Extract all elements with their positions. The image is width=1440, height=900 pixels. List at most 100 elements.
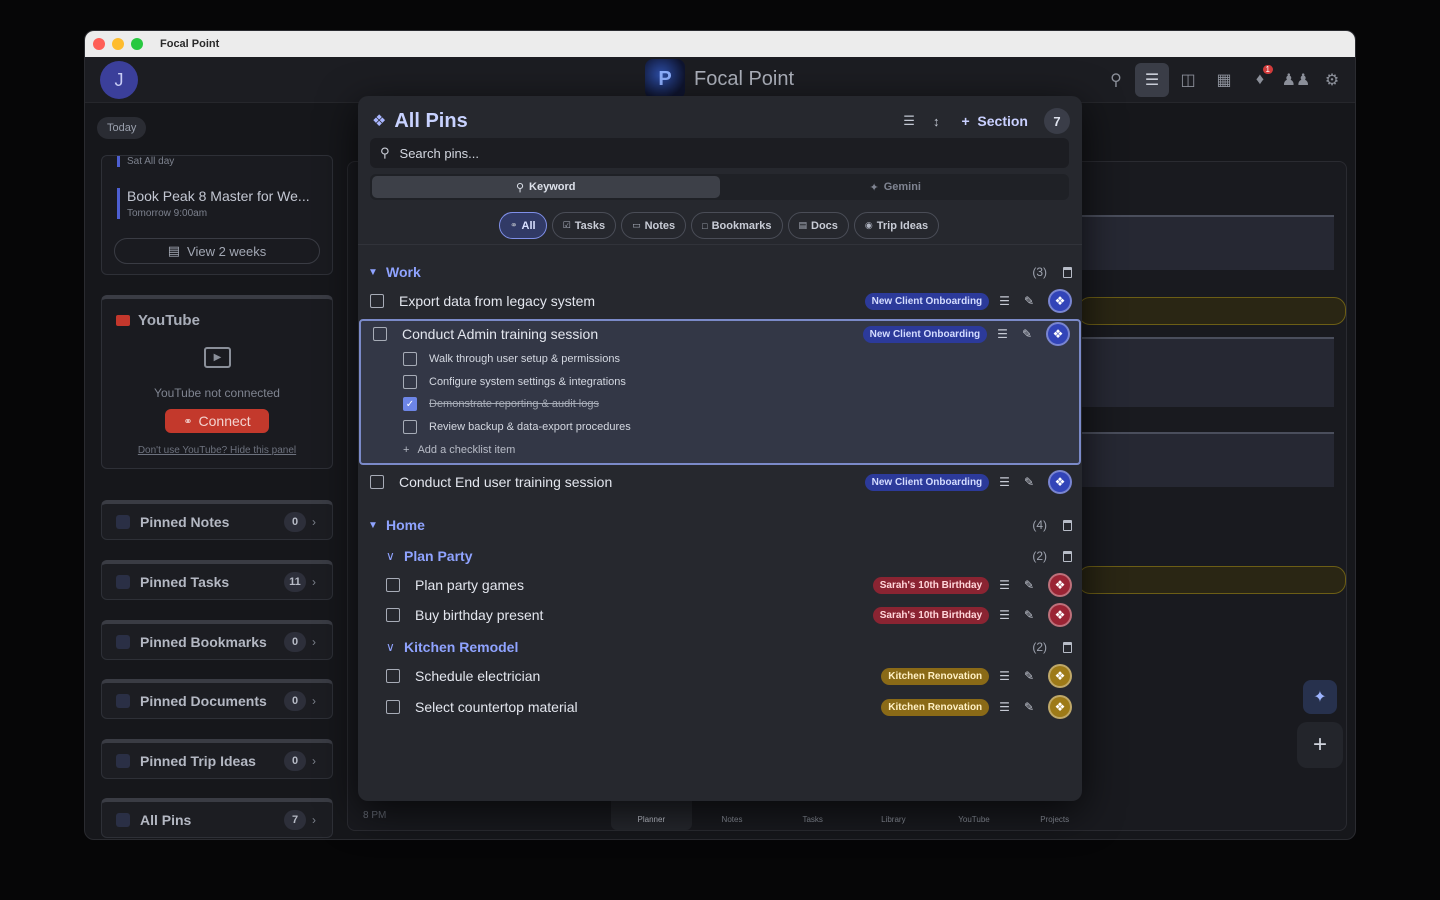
bell-icon[interactable]: ♦ 1 [1243,63,1277,97]
project-tag[interactable]: Kitchen Renovation [881,698,990,716]
pin-task-row[interactable]: Export data from legacy system New Clien… [358,286,1082,316]
trash-icon[interactable] [1063,641,1072,653]
chevron-down-icon[interactable]: ▼ [368,520,386,531]
unpin-button[interactable]: ❖ [1046,322,1070,346]
section-header-home[interactable]: ▼ Home (4) [368,515,1072,535]
gemini-mode-tab[interactable]: ✦ Gemini [722,174,1070,200]
filter-docs[interactable]: ▤ Docs [787,212,849,239]
checklist-toggle-icon[interactable]: ☰ [903,113,915,129]
trash-icon[interactable] [1063,550,1072,562]
people-icon[interactable]: ♟♟ [1279,63,1313,97]
group-header-plan-party[interactable]: ∨ Plan Party (2) [368,546,1072,566]
filter-notes[interactable]: ▭ Notes [621,212,687,239]
unpin-button[interactable]: ❖ [1048,573,1072,597]
calendar-allday-bar[interactable] [1078,297,1346,325]
checklist-item[interactable]: Walk through user setup & permissions [403,349,620,369]
search-icon[interactable]: ⚲ [1099,63,1133,97]
hide-youtube-link[interactable]: Don't use YouTube? Hide this panel [102,445,332,456]
pin-task-row[interactable]: Plan party games Sarah's 10th Birthday ☰… [358,570,1082,600]
pinned-trip-ideas-panel[interactable]: Pinned Trip Ideas 0 › [101,739,333,779]
keyword-mode-tab[interactable]: ⚲ Keyword [372,176,720,198]
columns-view-icon[interactable]: ◫ [1171,63,1205,97]
user-avatar[interactable]: J [100,61,138,99]
youtube-connect-button[interactable]: ⚭ Connect [165,409,269,433]
checklist-checkbox[interactable]: ✓ [403,397,417,411]
grid-view-icon[interactable]: ▦ [1207,63,1241,97]
pinned-tasks-panel[interactable]: Pinned Tasks 11 › [101,560,333,600]
filter-all[interactable]: ⚭ All [499,212,547,239]
edit-pencil-icon[interactable]: ✎ [1024,294,1034,308]
unpin-button[interactable]: ❖ [1048,695,1072,719]
checklist-checkbox[interactable] [403,352,417,366]
checklist-checkbox[interactable] [403,375,417,389]
pin-task-row[interactable]: Conduct Admin training session New Clien… [361,319,1079,349]
project-tag[interactable]: Sarah's 10th Birthday [872,576,990,594]
task-checkbox[interactable] [386,608,400,622]
pin-task-row[interactable]: Schedule electrician Kitchen Renovation … [358,661,1082,691]
project-tag[interactable]: Sarah's 10th Birthday [872,606,990,624]
checklist-icon[interactable]: ☰ [999,475,1010,489]
chevron-down-icon[interactable]: ▼ [368,267,386,278]
collapse-chevrons-icon[interactable]: ∨ [386,640,404,654]
collapse-all-icon[interactable]: ↕ [933,114,940,129]
edit-pencil-icon[interactable]: ✎ [1024,669,1034,683]
pinned-documents-panel[interactable]: Pinned Documents 0 › [101,679,333,719]
gear-icon[interactable]: ⚙ [1315,63,1349,97]
edit-pencil-icon[interactable]: ✎ [1024,700,1034,714]
add-section-button[interactable]: + Section [961,113,1028,129]
task-checkbox[interactable] [370,294,384,308]
ai-sparkle-button[interactable]: ✦ [1303,680,1337,714]
minimize-window-button[interactable] [112,38,124,50]
project-tag[interactable]: Kitchen Renovation [881,667,990,685]
pin-task-row[interactable]: Conduct End user training session New Cl… [358,467,1082,497]
edit-pencil-icon[interactable]: ✎ [1022,327,1032,341]
event-item[interactable]: Book Peak 8 Master for We... Tomorrow 9:… [117,188,310,219]
section-header-work[interactable]: ▼ Work (3) [368,262,1072,282]
task-checkbox[interactable] [386,578,400,592]
pinned-notes-panel[interactable]: Pinned Notes 0 › [101,500,333,540]
filter-tasks[interactable]: ☑ Tasks [551,212,617,239]
view-two-weeks-button[interactable]: ▤ View 2 weeks [114,238,320,264]
checklist-checkbox[interactable] [403,420,417,434]
today-button[interactable]: Today [97,117,147,139]
filter-bookmarks[interactable]: □ Bookmarks [691,212,783,239]
task-checkbox[interactable] [373,327,387,341]
calendar-block[interactable] [1078,215,1334,270]
group-header-kitchen-remodel[interactable]: ∨ Kitchen Remodel (2) [368,637,1072,657]
checklist-icon[interactable]: ☰ [999,578,1010,592]
pin-task-row[interactable]: Select countertop material Kitchen Renov… [358,692,1082,722]
unpin-button[interactable]: ❖ [1048,664,1072,688]
task-checkbox[interactable] [386,700,400,714]
all-pins-panel[interactable]: All Pins 7 › [101,798,333,838]
checklist-item[interactable]: Configure system settings & integrations [403,372,626,392]
close-window-button[interactable] [93,38,105,50]
pin-task-row[interactable]: Buy birthday present Sarah's 10th Birthd… [358,600,1082,630]
checklist-icon[interactable]: ☰ [999,700,1010,714]
checklist-item[interactable]: ✓ Demonstrate reporting & audit logs [403,394,599,414]
zoom-window-button[interactable] [131,38,143,50]
unpin-button[interactable]: ❖ [1048,603,1072,627]
checklist-icon[interactable]: ☰ [999,608,1010,622]
unpin-button[interactable]: ❖ [1048,470,1072,494]
edit-pencil-icon[interactable]: ✎ [1024,578,1034,592]
task-checkbox[interactable] [370,475,384,489]
edit-pencil-icon[interactable]: ✎ [1024,608,1034,622]
project-tag[interactable]: New Client Onboarding [864,292,990,310]
calendar-block[interactable] [1078,432,1334,487]
search-pins-input[interactable] [399,145,1000,161]
task-checkbox[interactable] [386,669,400,683]
checklist-item[interactable]: Review backup & data-export procedures [403,417,631,437]
event-item[interactable]: Sat All day [117,156,174,167]
collapse-chevrons-icon[interactable]: ∨ [386,549,404,563]
project-tag[interactable]: New Client Onboarding [864,473,990,491]
unpin-button[interactable]: ❖ [1048,289,1072,313]
edit-pencil-icon[interactable]: ✎ [1024,475,1034,489]
trash-icon[interactable] [1063,519,1072,531]
trash-icon[interactable] [1063,266,1072,278]
checklist-icon[interactable]: ☰ [997,327,1008,341]
pinned-bookmarks-panel[interactable]: Pinned Bookmarks 0 › [101,620,333,660]
project-tag[interactable]: New Client Onboarding [862,325,988,343]
calendar-allday-bar[interactable] [1078,566,1346,594]
filter-trip-ideas[interactable]: ◉ Trip Ideas [853,212,940,239]
checklist-icon[interactable]: ☰ [999,294,1010,308]
